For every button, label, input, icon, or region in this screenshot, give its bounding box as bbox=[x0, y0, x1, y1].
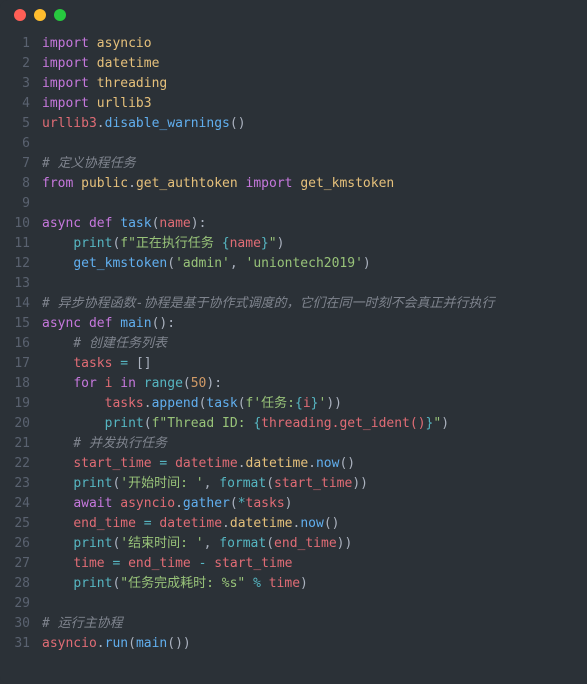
line-number: 30 bbox=[0, 614, 30, 634]
editor-window: 1234567891011121314151617181920212223242… bbox=[0, 0, 587, 684]
code-editor[interactable]: 1234567891011121314151617181920212223242… bbox=[0, 30, 587, 658]
code-line[interactable]: await asyncio.gather(*tasks) bbox=[42, 494, 587, 514]
code-line[interactable]: import urllib3 bbox=[42, 94, 587, 114]
code-line[interactable]: async def task(name): bbox=[42, 214, 587, 234]
code-line[interactable]: tasks.append(task(f'任务:{i}')) bbox=[42, 394, 587, 414]
code-line[interactable]: print(f"正在执行任务 {name}") bbox=[42, 234, 587, 254]
code-line[interactable]: # 异步协程函数-协程是基于协作式调度的，它们在同一时刻不会真正并行执行 bbox=[42, 294, 587, 314]
line-number: 8 bbox=[0, 174, 30, 194]
code-line[interactable]: get_kmstoken('admin', 'uniontech2019') bbox=[42, 254, 587, 274]
line-number: 19 bbox=[0, 394, 30, 414]
line-number: 25 bbox=[0, 514, 30, 534]
code-line[interactable] bbox=[42, 274, 587, 294]
line-number: 29 bbox=[0, 594, 30, 614]
line-number: 5 bbox=[0, 114, 30, 134]
line-number-gutter: 1234567891011121314151617181920212223242… bbox=[0, 34, 42, 654]
code-line[interactable]: start_time = datetime.datetime.now() bbox=[42, 454, 587, 474]
code-content[interactable]: import asyncioimport datetimeimport thre… bbox=[42, 34, 587, 654]
code-line[interactable]: for i in range(50): bbox=[42, 374, 587, 394]
line-number: 2 bbox=[0, 54, 30, 74]
code-line[interactable]: import datetime bbox=[42, 54, 587, 74]
window-titlebar bbox=[0, 0, 587, 30]
zoom-icon[interactable] bbox=[54, 9, 66, 21]
line-number: 31 bbox=[0, 634, 30, 654]
line-number: 20 bbox=[0, 414, 30, 434]
line-number: 24 bbox=[0, 494, 30, 514]
code-line[interactable] bbox=[42, 194, 587, 214]
code-line[interactable]: # 定义协程任务 bbox=[42, 154, 587, 174]
code-line[interactable]: import threading bbox=[42, 74, 587, 94]
code-line[interactable]: print(f"Thread ID: {threading.get_ident(… bbox=[42, 414, 587, 434]
line-number: 22 bbox=[0, 454, 30, 474]
code-line[interactable]: print("任务完成耗时: %s" % time) bbox=[42, 574, 587, 594]
line-number: 28 bbox=[0, 574, 30, 594]
code-line[interactable]: # 创建任务列表 bbox=[42, 334, 587, 354]
line-number: 12 bbox=[0, 254, 30, 274]
code-line[interactable]: urllib3.disable_warnings() bbox=[42, 114, 587, 134]
line-number: 26 bbox=[0, 534, 30, 554]
code-line[interactable]: async def main(): bbox=[42, 314, 587, 334]
line-number: 16 bbox=[0, 334, 30, 354]
line-number: 18 bbox=[0, 374, 30, 394]
code-line[interactable] bbox=[42, 134, 587, 154]
code-line[interactable]: print('结束时间: ', format(end_time)) bbox=[42, 534, 587, 554]
code-line[interactable]: from public.get_authtoken import get_kms… bbox=[42, 174, 587, 194]
code-line[interactable]: asyncio.run(main()) bbox=[42, 634, 587, 654]
line-number: 27 bbox=[0, 554, 30, 574]
line-number: 7 bbox=[0, 154, 30, 174]
code-line[interactable]: print('开始时间: ', format(start_time)) bbox=[42, 474, 587, 494]
line-number: 10 bbox=[0, 214, 30, 234]
line-number: 21 bbox=[0, 434, 30, 454]
line-number: 4 bbox=[0, 94, 30, 114]
line-number: 1 bbox=[0, 34, 30, 54]
code-line[interactable]: tasks = [] bbox=[42, 354, 587, 374]
close-icon[interactable] bbox=[14, 9, 26, 21]
code-line[interactable]: end_time = datetime.datetime.now() bbox=[42, 514, 587, 534]
code-line[interactable]: # 并发执行任务 bbox=[42, 434, 587, 454]
line-number: 13 bbox=[0, 274, 30, 294]
code-line[interactable]: # 运行主协程 bbox=[42, 614, 587, 634]
code-line[interactable]: time = end_time - start_time bbox=[42, 554, 587, 574]
line-number: 15 bbox=[0, 314, 30, 334]
line-number: 6 bbox=[0, 134, 30, 154]
minimize-icon[interactable] bbox=[34, 9, 46, 21]
line-number: 14 bbox=[0, 294, 30, 314]
line-number: 11 bbox=[0, 234, 30, 254]
code-line[interactable] bbox=[42, 594, 587, 614]
line-number: 9 bbox=[0, 194, 30, 214]
line-number: 23 bbox=[0, 474, 30, 494]
line-number: 3 bbox=[0, 74, 30, 94]
line-number: 17 bbox=[0, 354, 30, 374]
code-line[interactable]: import asyncio bbox=[42, 34, 587, 54]
